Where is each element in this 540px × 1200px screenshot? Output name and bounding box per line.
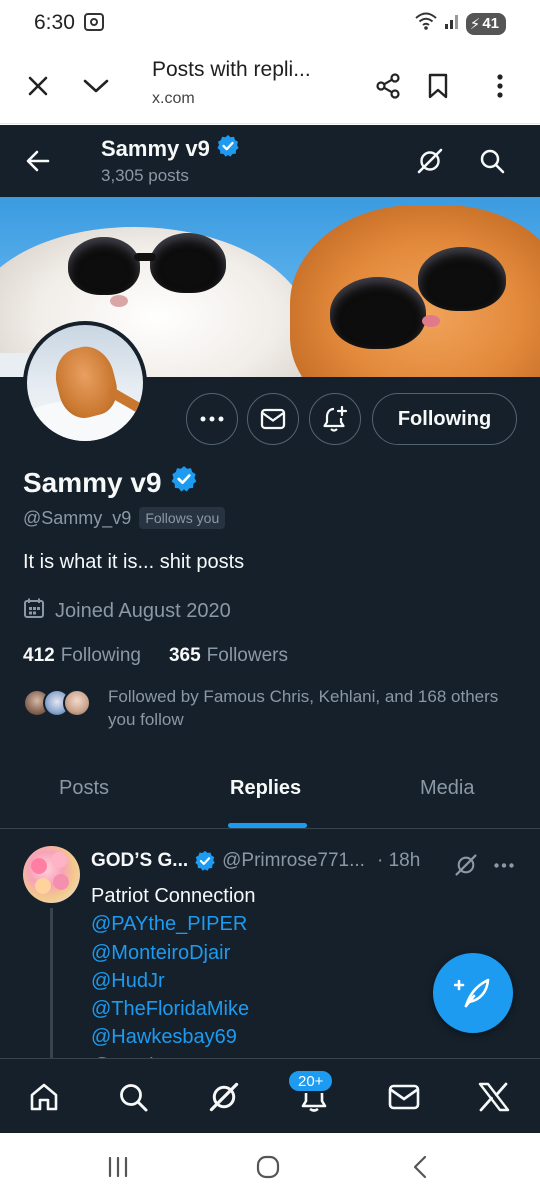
- browser-toolbar: Posts with repli... x.com: [0, 46, 540, 124]
- notify-button[interactable]: [309, 393, 361, 445]
- tweet-text: Patriot Connection @PAYthe_PIPER @Montei…: [91, 882, 256, 1080]
- grok-icon[interactable]: [412, 143, 448, 179]
- tab-posts[interactable]: Posts: [59, 777, 109, 800]
- profile-avatar[interactable]: [23, 321, 147, 445]
- banner-sunglasses-right: [330, 277, 426, 349]
- joined-date: Joined August 2020: [23, 597, 231, 625]
- tweet-author-name[interactable]: GOD’S G...: [91, 850, 188, 872]
- system-navigation-bar: [0, 1133, 540, 1200]
- profile-header-bar: Sammy v9 3,305 posts: [0, 125, 540, 197]
- tweet-header: GOD’S G... @Primrose771... · 18h: [91, 850, 420, 872]
- profile-handle: @Sammy_v9: [23, 507, 132, 528]
- avatar-flower: [53, 874, 69, 890]
- search-icon[interactable]: [474, 143, 510, 179]
- tweet-body-text: Patriot Connection: [91, 885, 256, 907]
- charging-icon: ⚡: [469, 15, 481, 33]
- profile-display-name: Sammy v9: [23, 466, 162, 498]
- signal-icon: [444, 12, 460, 35]
- share-icon[interactable]: [368, 66, 408, 106]
- more-options-button[interactable]: [186, 393, 238, 445]
- handle-row: @Sammy_v9 Follows you: [23, 507, 226, 529]
- post-count: 3,305 posts: [101, 166, 189, 185]
- mention-link[interactable]: @TheFloridaMike: [91, 995, 256, 1023]
- avatar-flower: [51, 852, 67, 868]
- header-title: Sammy v9: [101, 134, 240, 164]
- following-count: 412: [23, 645, 55, 666]
- status-time: 6:30: [34, 11, 75, 34]
- followers-count: 365: [168, 645, 201, 666]
- banner-sunglasses-left: [68, 237, 140, 295]
- recent-apps-icon[interactable]: [98, 1151, 138, 1183]
- status-bar: 6:30 ⚡ 41: [0, 0, 540, 46]
- profile-tabs: Posts Replies Media: [0, 755, 540, 829]
- tweet-author-avatar[interactable]: [23, 846, 80, 903]
- home-button-icon[interactable]: [248, 1151, 288, 1183]
- followed-by-text: Followed by Famous Chris, Kehlani, and 1…: [108, 687, 499, 729]
- browser-url: x.com: [152, 90, 195, 107]
- back-button-icon[interactable]: [400, 1151, 440, 1183]
- followed-by[interactable]: Followed by Famous Chris, Kehlani, and 1…: [23, 685, 513, 735]
- bell-plus-icon: [323, 405, 348, 432]
- grok-icon[interactable]: [204, 1077, 244, 1117]
- tweet-more-icon[interactable]: [490, 852, 518, 878]
- banner-cat-nose-2: [110, 295, 128, 307]
- following-button[interactable]: Following: [372, 393, 517, 445]
- tab-replies[interactable]: Replies: [230, 777, 301, 800]
- verified-badge-icon: [194, 850, 216, 872]
- mention-link[interactable]: @HudJr: [91, 967, 256, 995]
- avatar-flower: [35, 878, 51, 894]
- following-stat[interactable]: 412 Following: [23, 645, 141, 667]
- compose-feather-icon: [454, 978, 490, 1008]
- follower-avatar: [63, 689, 91, 717]
- bookmark-icon[interactable]: [418, 66, 458, 106]
- followers-stat[interactable]: 365 Followers: [169, 645, 288, 667]
- chevron-down-icon[interactable]: [76, 66, 116, 106]
- more-horizontal-icon: [200, 416, 224, 422]
- banner-sunglasses-right-2: [418, 247, 506, 311]
- tab-media[interactable]: Media: [420, 777, 474, 800]
- banner-cat-nose: [422, 315, 440, 327]
- joined-text: Joined August 2020: [55, 599, 231, 622]
- explore-search-icon[interactable]: [113, 1077, 153, 1117]
- calendar-icon: [23, 597, 45, 625]
- status-icons: ⚡ 41: [414, 11, 506, 36]
- active-tab-indicator: [228, 823, 307, 828]
- bottom-navigation: 20+: [0, 1058, 540, 1133]
- banner-sunglasses-left-2: [150, 233, 226, 293]
- profile-name: Sammy v9: [23, 465, 198, 500]
- close-icon[interactable]: [18, 66, 58, 106]
- thread-line: [50, 908, 53, 1068]
- tweet-timestamp[interactable]: · 18h: [377, 850, 420, 872]
- x-app: Sammy v9 3,305 posts Following Sammy v9 …: [0, 125, 540, 1133]
- battery-indicator: ⚡ 41: [465, 12, 506, 35]
- following-label: Following: [60, 645, 141, 666]
- grok-icon[interactable]: [453, 852, 479, 878]
- header-name: Sammy v9: [101, 136, 210, 161]
- more-vertical-icon[interactable]: [480, 66, 520, 106]
- back-arrow-icon[interactable]: [20, 143, 56, 179]
- message-button[interactable]: [247, 393, 299, 445]
- battery-level: 41: [482, 15, 499, 32]
- tweet-author-handle: @Primrose771...: [222, 850, 365, 871]
- followers-label: Followers: [206, 645, 288, 666]
- mention-link[interactable]: @PAYthe_PIPER: [91, 910, 256, 938]
- browser-page-title: Posts with repli...: [152, 58, 311, 81]
- profile-bio: It is what it is... shit posts: [23, 551, 245, 573]
- notification-badge: 20+: [287, 1069, 335, 1093]
- compose-post-button[interactable]: [433, 953, 513, 1033]
- follow-stats: 412 Following 365 Followers: [23, 645, 288, 667]
- follows-you-badge: Follows you: [139, 507, 226, 529]
- x-logo-icon[interactable]: [474, 1077, 514, 1117]
- screen-capture-icon: [84, 13, 104, 36]
- avatar-flower: [31, 858, 47, 874]
- banner-glasses-bridge: [134, 253, 156, 261]
- messages-envelope-icon[interactable]: [384, 1077, 424, 1117]
- home-icon[interactable]: [24, 1077, 64, 1117]
- envelope-icon: [260, 408, 286, 430]
- verified-badge-icon: [216, 134, 240, 164]
- wifi-icon: [414, 11, 438, 36]
- mention-link[interactable]: @Hawkesbay69: [91, 1023, 256, 1051]
- verified-badge-icon: [170, 465, 198, 500]
- mention-link[interactable]: @MonteiroDjair: [91, 939, 256, 967]
